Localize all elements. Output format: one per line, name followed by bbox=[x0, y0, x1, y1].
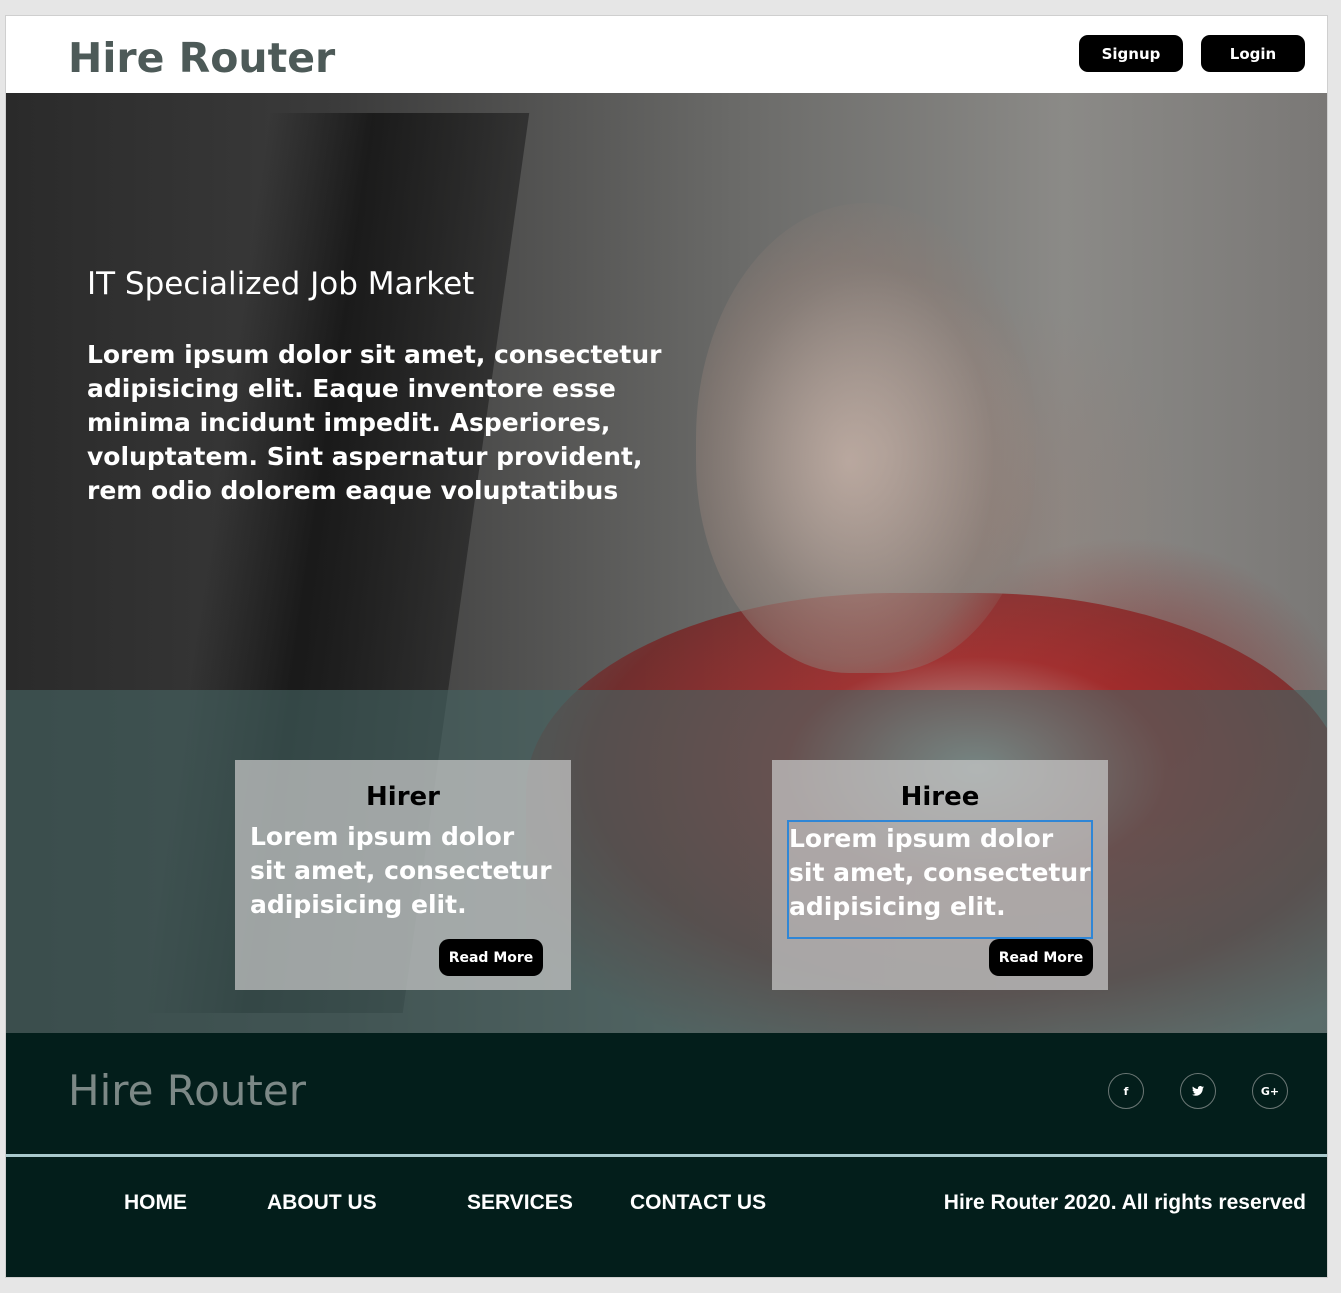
card-description: Lorem ipsum dolor sit amet, consectetur … bbox=[250, 822, 552, 919]
footer-nav-home[interactable]: HOME bbox=[124, 1192, 187, 1213]
footer-nav-services[interactable]: SERVICES bbox=[467, 1192, 573, 1213]
facebook-icon[interactable]: f bbox=[1108, 1073, 1144, 1109]
site-logo-text[interactable]: Hire Router bbox=[68, 38, 335, 79]
hero-background-person-head bbox=[696, 203, 1036, 673]
card-title: Hiree bbox=[900, 782, 980, 812]
login-button[interactable]: Login bbox=[1201, 35, 1305, 72]
footer-nav-about-us[interactable]: ABOUT US bbox=[267, 1192, 377, 1213]
hero-description: Lorem ipsum dolor sit amet, consectetur … bbox=[87, 340, 662, 505]
card-description-selected: Lorem ipsum dolor sit amet, consectetur … bbox=[787, 820, 1093, 939]
hirer-card: Hirer Lorem ipsum dolor sit amet, consec… bbox=[235, 760, 571, 990]
footer-top: Hire Router f G+ bbox=[6, 1033, 1327, 1154]
footer-logo-text: Hire Router bbox=[68, 1066, 306, 1115]
copyright-text: Hire Router 2020. All rights reserved bbox=[943, 1191, 1306, 1214]
card-title: Hirer bbox=[366, 782, 440, 812]
footer-bottom: HOME ABOUT US SERVICES CONTACT US Hire R… bbox=[6, 1157, 1327, 1277]
hero-title: IT Specialized Job Market bbox=[87, 266, 475, 302]
hiree-card: Hiree Lorem ipsum dolor sit amet, consec… bbox=[772, 760, 1108, 990]
hirer-read-more-button[interactable]: Read More bbox=[439, 939, 543, 976]
twitter-icon[interactable] bbox=[1180, 1073, 1216, 1109]
page-frame: Hire Router Signup Login IT Specialized … bbox=[5, 15, 1328, 1278]
google-plus-icon[interactable]: G+ bbox=[1252, 1073, 1288, 1109]
cards-band bbox=[6, 690, 1327, 1033]
footer-nav-contact-us[interactable]: CONTACT US bbox=[630, 1192, 766, 1213]
site-header: Hire Router Signup Login bbox=[6, 16, 1327, 93]
signup-button[interactable]: Signup bbox=[1079, 35, 1183, 72]
hiree-read-more-button[interactable]: Read More bbox=[989, 939, 1093, 976]
hero-section: IT Specialized Job Market Lorem ipsum do… bbox=[6, 93, 1327, 1033]
twitter-bird-glyph bbox=[1192, 1086, 1204, 1096]
